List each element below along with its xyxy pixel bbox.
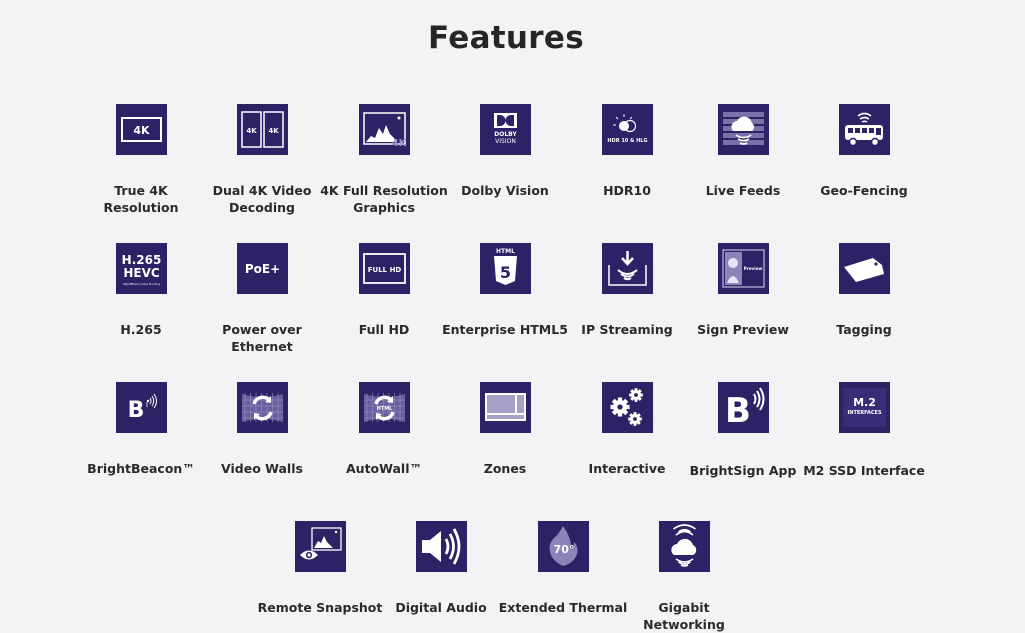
4k-graphics-icon: 4K — [358, 104, 410, 155]
svg-text:High Efficiency Video Encoding: High Efficiency Video Encoding — [122, 283, 159, 286]
feature-item: 70° Extended Thermal — [498, 521, 628, 616]
feature-item: B BrightSign App — [678, 382, 808, 479]
icon-text: 4K — [133, 124, 150, 137]
feature-label: Interactive — [588, 461, 666, 476]
feature-item: PoE+ Power over Ethernet — [197, 243, 327, 355]
feature-label: IP Streaming — [581, 322, 673, 337]
feature-label: Digital Audio — [395, 600, 487, 615]
svg-text:70°: 70° — [553, 543, 574, 556]
feature-item: 4K 4K Dual 4K Video Decoding — [197, 104, 327, 216]
svg-text:M.2: M.2 — [853, 396, 876, 409]
speaker-icon — [415, 521, 467, 572]
feature-label: BrightBeacon™ — [87, 461, 195, 476]
feature-label: Power over Ethernet — [222, 322, 302, 354]
feature-label: Full HD — [358, 322, 410, 337]
video-wall-icon — [236, 382, 288, 433]
brightsign-app-icon: B — [717, 382, 769, 433]
feature-label: Video Walls — [221, 461, 303, 476]
feature-label: Dolby Vision — [461, 183, 549, 198]
feature-item: Zones — [440, 382, 570, 477]
feature-label: HDR10 — [603, 183, 651, 198]
page-title: Features — [428, 20, 584, 56]
remote-snapshot-icon — [294, 521, 346, 572]
feature-item: Remote Snapshot — [255, 521, 385, 616]
feature-label: BrightSign App — [689, 463, 797, 478]
svg-text:Preview: Preview — [743, 266, 762, 271]
autowall-icon: HTML — [358, 382, 410, 433]
full-hd-icon: FULL HD — [358, 243, 410, 294]
feature-item: Video Walls — [197, 382, 327, 477]
feature-item: Preview Sign Preview — [678, 243, 808, 338]
feature-label: Extended Thermal — [498, 600, 628, 615]
poe-icon: PoE+ — [236, 243, 288, 294]
feature-item: FULL HD Full HD — [319, 243, 449, 338]
svg-text:PoE+: PoE+ — [244, 262, 279, 276]
feature-label: Geo-Fencing — [820, 183, 908, 198]
thermal-flame-icon: 70° — [537, 521, 589, 572]
feature-item: HDR 10 & HLG HDR10 — [562, 104, 692, 199]
live-feeds-icon — [717, 104, 769, 155]
feature-label: True 4K Resolution — [103, 183, 179, 215]
svg-text:5: 5 — [499, 263, 510, 282]
4k-screen-icon: 4K — [115, 104, 167, 155]
feature-item: 4K True 4K Resolution — [76, 104, 206, 216]
svg-text:DOLBY: DOLBY — [494, 131, 517, 138]
feature-item: Gigabit Networking — [619, 521, 749, 633]
feature-item: Tagging — [799, 243, 929, 338]
svg-text:4K: 4K — [268, 127, 279, 135]
dolby-vision-icon: DOLBY VISION — [479, 104, 531, 155]
svg-text:H.265: H.265 — [121, 253, 161, 267]
feature-item: DOLBY VISION Dolby Vision — [440, 104, 570, 199]
feature-item: 4K 4K Full Resolution Graphics — [319, 104, 449, 216]
svg-text:B: B — [725, 391, 751, 431]
feature-label: AutoWall™ — [346, 461, 422, 476]
feature-item: B BrightBeacon™ — [76, 382, 206, 477]
feature-label: Remote Snapshot — [257, 600, 383, 615]
feature-item: HTML 5 Enterprise HTML5 — [440, 243, 570, 338]
feature-label: Sign Preview — [697, 322, 789, 337]
gigabit-cloud-icon — [658, 521, 710, 572]
brightbeacon-icon: B — [115, 382, 167, 433]
svg-text:HEVC: HEVC — [123, 266, 160, 280]
hevc-icon: H.265 HEVC High Efficiency Video Encoding — [115, 243, 167, 294]
svg-text:B: B — [127, 398, 144, 423]
feature-label: M2 SSD Interface — [803, 463, 925, 478]
tag-icon — [838, 243, 890, 294]
feature-label: Zones — [483, 461, 527, 476]
svg-text:INTERFACES: INTERFACES — [847, 410, 882, 416]
feature-item: IP Streaming — [562, 243, 692, 338]
feature-label: Tagging — [836, 322, 892, 337]
m2-ssd-icon: M.2 INTERFACES — [838, 382, 890, 433]
sign-preview-icon: Preview — [717, 243, 769, 294]
feature-item: Digital Audio — [376, 521, 506, 616]
svg-text:4K: 4K — [246, 127, 257, 135]
feature-item: HTML AutoWall™ — [319, 382, 449, 477]
hdr-icon: HDR 10 & HLG — [601, 104, 653, 155]
svg-text:4K: 4K — [391, 138, 407, 149]
feature-label: Live Feeds — [705, 183, 781, 198]
svg-text:FULL HD: FULL HD — [367, 266, 401, 274]
svg-text:HTML: HTML — [496, 248, 515, 255]
feature-item: Interactive — [562, 382, 692, 477]
feature-item: Live Feeds — [678, 104, 808, 199]
html5-icon: HTML 5 — [479, 243, 531, 294]
feature-label: Enterprise HTML5 — [442, 322, 568, 337]
gears-icon — [601, 382, 653, 433]
feature-label: Gigabit Networking — [643, 600, 725, 632]
feature-label: 4K Full Resolution Graphics — [320, 183, 448, 215]
geo-fencing-bus-icon — [838, 104, 890, 155]
feature-label: Dual 4K Video Decoding — [212, 183, 312, 215]
svg-text:VISION: VISION — [495, 138, 516, 145]
feature-item: Geo-Fencing — [799, 104, 929, 199]
svg-text:HDR 10 & HLG: HDR 10 & HLG — [607, 138, 647, 144]
svg-text:HTML: HTML — [376, 406, 393, 412]
feature-item: M.2 INTERFACES M2 SSD Interface — [799, 382, 929, 479]
zones-icon — [479, 382, 531, 433]
ip-streaming-icon — [601, 243, 653, 294]
feature-label: H.265 — [120, 322, 162, 337]
dual-4k-icon: 4K 4K — [236, 104, 288, 155]
feature-item: H.265 HEVC High Efficiency Video Encoding H… — [76, 243, 206, 338]
